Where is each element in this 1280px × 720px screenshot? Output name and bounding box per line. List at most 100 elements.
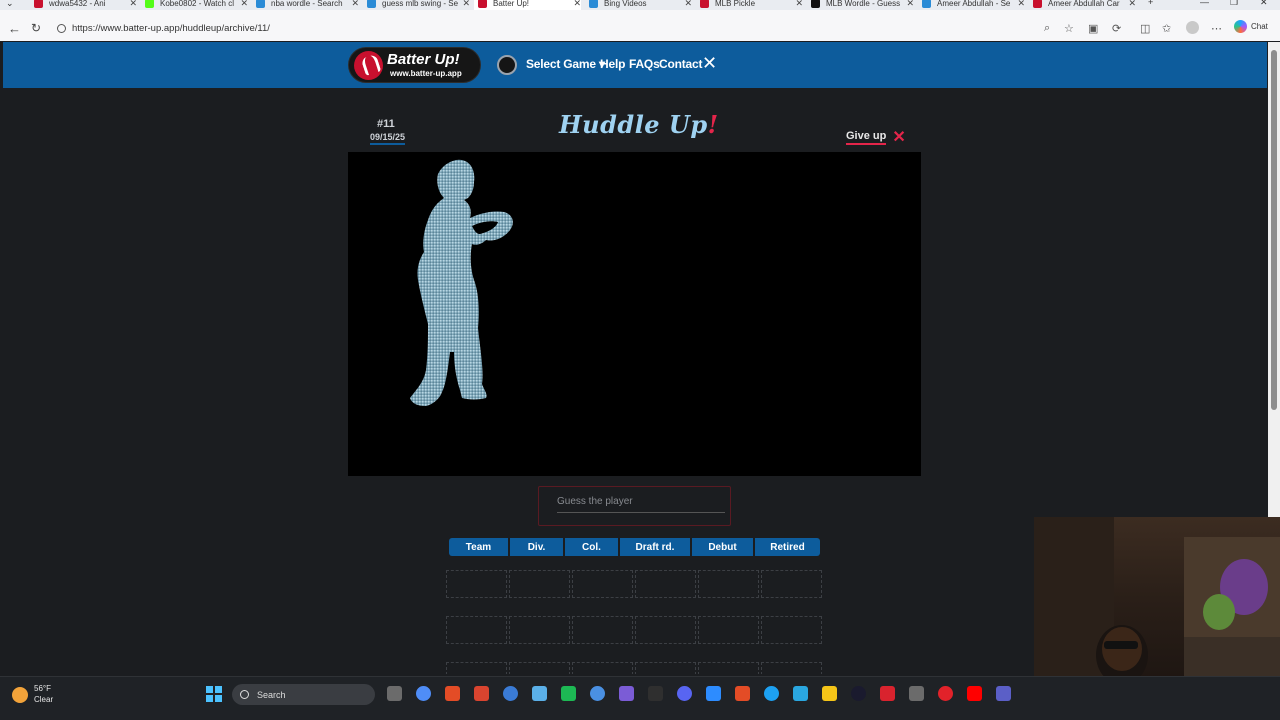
tab-close-icon[interactable]: ✕	[906, 0, 914, 9]
edge-icon[interactable]	[503, 686, 518, 701]
chrome-icon[interactable]	[735, 686, 750, 701]
browser-tab[interactable]: guess mlb swing - Se ✕	[363, 0, 470, 10]
refresh-icon[interactable]: ↻	[31, 21, 41, 35]
tab-close-icon[interactable]: ✕	[129, 0, 137, 9]
tab-favicon-icon	[1033, 0, 1042, 8]
tab-favicon-icon	[700, 0, 709, 8]
tab-favicon-icon	[478, 0, 487, 8]
player-silhouette-image	[410, 159, 513, 406]
copilot-icon	[1234, 20, 1247, 33]
guess-input-wrapper	[538, 486, 731, 526]
browser-tab[interactable]: Ameer Abdullah - Se ✕	[918, 0, 1025, 10]
opera-icon[interactable]	[938, 686, 953, 701]
tab-close-icon[interactable]: ✕	[573, 0, 581, 9]
favorites-icon[interactable]: ✩	[1162, 22, 1171, 35]
site-info-icon[interactable]	[57, 24, 66, 33]
batter-up-logo[interactable]: Batter Up! www.batter-up.app	[348, 47, 481, 83]
profile-avatar-icon[interactable]	[1186, 21, 1199, 34]
tab-actions-icon[interactable]: ⌄	[6, 0, 14, 9]
tab-label: MLB Wordle - Guess	[826, 0, 901, 8]
app-icon[interactable]	[880, 686, 895, 701]
guess-player-input[interactable]	[557, 491, 725, 513]
x-social-icon[interactable]: ✕	[702, 54, 718, 72]
windows-taskbar: 56°F Clear Search	[0, 676, 1280, 720]
tab-close-icon[interactable]: ✕	[1128, 0, 1136, 9]
tab-label: wdwa5432 - Ani	[49, 0, 106, 8]
guess-cell	[509, 662, 570, 674]
split-screen-icon[interactable]: ◫	[1140, 22, 1150, 35]
weather-temperature[interactable]: 56°F	[34, 684, 51, 693]
copilot-app-icon[interactable]	[416, 686, 431, 701]
folder-icon[interactable]	[822, 686, 837, 701]
browser-tab-bar: ⌄ wdwa5432 - Ani ✕ Kobe0802 - Watch cl ✕ nba…	[0, 0, 1280, 10]
weather-description[interactable]: Clear	[34, 695, 53, 704]
tab-close-icon[interactable]: ✕	[684, 0, 692, 9]
obs-icon[interactable]	[648, 686, 663, 701]
discord-icon[interactable]	[619, 686, 634, 701]
contact-link[interactable]: Contact	[659, 57, 702, 71]
minimize-icon[interactable]: —	[1200, 0, 1209, 7]
give-up-button[interactable]: Give up ✕	[846, 128, 906, 146]
guess-row	[446, 570, 822, 598]
url-field[interactable]: https://www.batter-up.app/huddleup/archi…	[72, 23, 270, 34]
media-player-icon[interactable]	[851, 686, 866, 701]
browser-tab[interactable]: Ameer Abdullah Car ✕	[1029, 0, 1136, 10]
give-up-label: Give up	[846, 130, 887, 145]
tab-close-icon[interactable]: ✕	[351, 0, 359, 9]
app-icon[interactable]	[909, 686, 924, 701]
close-window-icon[interactable]: ✕	[1260, 0, 1268, 8]
windows-start-icon[interactable]	[206, 686, 222, 702]
browser-tab[interactable]: wdwa5432 - Ani ✕	[30, 0, 137, 10]
faqs-link[interactable]: FAQs	[629, 57, 660, 71]
youtube-icon[interactable]	[967, 686, 982, 701]
favorite-star-icon[interactable]: ☆	[1064, 22, 1074, 35]
brave-icon[interactable]	[474, 686, 489, 701]
telegram-icon[interactable]	[793, 686, 808, 701]
threads-icon[interactable]	[677, 686, 692, 701]
puzzle-date[interactable]: 09/15/25	[370, 132, 406, 145]
copilot-chat-button[interactable]: Chat	[1234, 20, 1268, 33]
column-header-division: Div.	[510, 538, 563, 556]
tab-close-icon[interactable]: ✕	[240, 0, 248, 9]
browser-tab[interactable]: MLB Pickle ✕	[696, 0, 803, 10]
theme-toggle-icon[interactable]	[497, 55, 517, 75]
zoom-icon[interactable]: ⌕	[1044, 22, 1050, 35]
new-tab-icon[interactable]: +	[1148, 0, 1153, 7]
select-game-menu[interactable]: Select Game ▾	[526, 57, 605, 71]
webcam-video-frame	[1034, 517, 1280, 680]
browser-tab[interactable]: nba wordle - Search ✕	[252, 0, 359, 10]
steam-icon[interactable]	[706, 686, 721, 701]
maximize-icon[interactable]: ❐	[1230, 0, 1238, 8]
spotify-icon[interactable]	[561, 686, 576, 701]
close-icon: ✕	[892, 128, 906, 146]
help-link[interactable]: Help	[600, 57, 625, 71]
game-app-icon[interactable]	[445, 686, 460, 701]
guess-cell	[635, 616, 696, 644]
browser-tab[interactable]: MLB Wordle - Guess ✕	[807, 0, 914, 10]
tab-close-icon[interactable]: ✕	[795, 0, 803, 9]
more-menu-icon[interactable]: ⋯	[1211, 22, 1222, 35]
browser-tab[interactable]: Kobe0802 - Watch cl ✕	[141, 0, 248, 10]
tab-favicon-icon	[34, 0, 43, 8]
weather-icon[interactable]	[12, 687, 28, 703]
browser-tab[interactable]: Bing Videos ✕	[585, 0, 692, 10]
file-explorer-icon[interactable]	[387, 686, 402, 701]
column-header-college: Col.	[565, 538, 618, 556]
taskbar-search[interactable]: Search	[232, 684, 375, 705]
sync-icon[interactable]: ⟳	[1112, 22, 1121, 35]
tab-close-icon[interactable]: ✕	[1017, 0, 1025, 9]
back-icon[interactable]: ←	[8, 21, 21, 36]
tab-label: Ameer Abdullah - Se	[937, 0, 1011, 8]
tab-label: MLB Pickle	[715, 0, 756, 8]
app-icon[interactable]	[590, 686, 605, 701]
extension-icon[interactable]: ▣	[1088, 22, 1098, 35]
page-title: Huddle Up!	[559, 110, 719, 139]
guess-cell	[635, 570, 696, 598]
scrollbar-thumb[interactable]	[1271, 50, 1277, 410]
browser-tab[interactable]: Batter Up! ✕	[474, 0, 581, 10]
tab-close-icon[interactable]: ✕	[462, 0, 470, 9]
teams-icon[interactable]	[996, 686, 1011, 701]
photos-icon[interactable]	[532, 686, 547, 701]
app-icon[interactable]	[764, 686, 779, 701]
tab-favicon-icon	[922, 0, 931, 8]
